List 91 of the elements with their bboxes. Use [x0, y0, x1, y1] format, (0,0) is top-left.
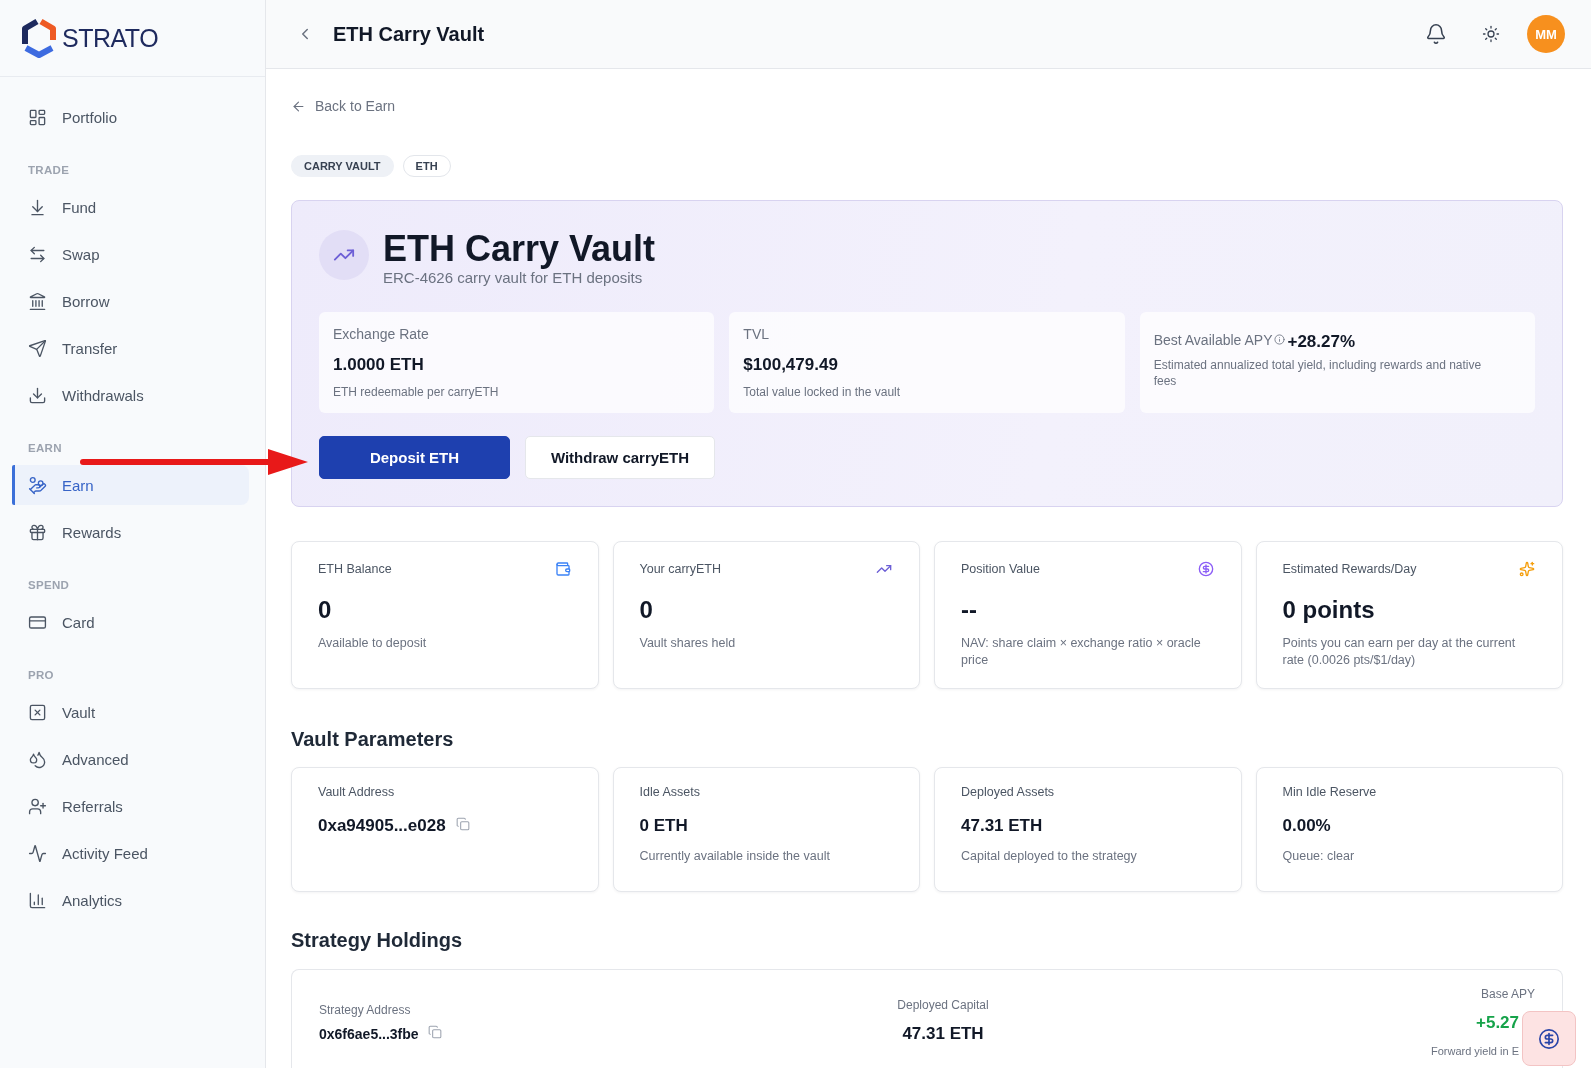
card-note: Vault shares held — [639, 635, 736, 652]
strategy-label: Strategy Address — [319, 1002, 411, 1018]
card-note: Capital deployed to the strategy — [961, 848, 1137, 864]
trend-up-icon — [319, 230, 369, 280]
sidebar-item[interactable]: Fund — [12, 187, 249, 227]
info-icon — [1274, 334, 1286, 345]
card-value: 0 ETH — [639, 815, 688, 837]
x-square-icon — [28, 702, 47, 722]
card-label: Your carryETH — [639, 561, 721, 577]
dollar-circle-icon — [1197, 561, 1214, 577]
hand-coins-icon — [28, 475, 47, 495]
section-heading: EARN — [28, 441, 62, 455]
section-title: Vault Parameters — [291, 727, 454, 751]
user-plus-icon — [28, 796, 47, 816]
stat-value: +28.27% — [1287, 331, 1356, 353]
stat-label: Best Available APY — [1153, 331, 1273, 349]
swap-arrows-icon — [28, 244, 47, 264]
card-note: Available to deposit — [318, 635, 427, 652]
card-label: Position Value — [961, 561, 1040, 577]
section-heading: TRADE — [28, 163, 70, 177]
apy-value: +5.27 — [1476, 1012, 1519, 1034]
card-value: 0 points — [1282, 595, 1375, 625]
section-heading: SPEND — [28, 578, 70, 592]
vault-subtitle: ERC-4626 carry vault for ETH deposits — [383, 269, 643, 288]
deposit-button[interactable]: Deposit ETH — [319, 436, 510, 479]
capital-value: 47.31 ETH — [902, 1023, 984, 1045]
stat-label: Exchange Rate — [333, 325, 429, 343]
download-tray-icon — [28, 385, 47, 405]
sidebar-item[interactable]: Withdrawals — [12, 375, 249, 415]
card-value: 0xa94905...e028 — [318, 815, 446, 837]
stat-label: TVL — [743, 325, 769, 343]
sidebar-item[interactable]: Card — [12, 602, 249, 642]
sidebar-item[interactable]: Earn — [12, 465, 249, 505]
sparkles-icon — [1519, 561, 1535, 577]
sidebar-item[interactable]: Borrow — [12, 281, 249, 321]
stat-value: 1.0000 ETH — [333, 354, 424, 376]
stat-note: ETH redeemable per carryETH — [333, 384, 499, 400]
card-label: Idle Assets — [639, 784, 700, 800]
sidebar-item[interactable]: Transfer — [12, 328, 249, 368]
sidebar-item[interactable]: Rewards — [12, 512, 249, 552]
withdraw-button[interactable]: Withdraw carryETH — [525, 436, 715, 479]
sun-icon[interactable] — [1482, 25, 1500, 43]
card-label: Vault Address — [318, 784, 395, 800]
apy-note: Forward yield in E — [1430, 1044, 1519, 1058]
sidebar-item[interactable]: Referrals — [12, 786, 249, 826]
floating-dollar-button[interactable] — [1522, 1011, 1576, 1066]
bar-chart-icon — [28, 890, 47, 910]
paper-plane-icon — [28, 338, 47, 358]
card-note: NAV: share claim × exchange ratio × oracle price — [961, 635, 1202, 669]
logo-text: STRATO — [62, 23, 159, 53]
pulse-line-icon — [28, 843, 47, 863]
section-title: Strategy Holdings — [291, 928, 463, 952]
sidebar-item[interactable]: Swap — [12, 234, 249, 274]
card-note: Queue: clear — [1282, 848, 1355, 864]
vault-title: ETH Carry Vault — [383, 230, 656, 268]
page-title: ETH Carry Vault — [333, 22, 485, 46]
droplets-icon — [28, 749, 47, 769]
card-value: -- — [961, 595, 977, 625]
card-value: 47.31 ETH — [961, 815, 1043, 837]
card-note: Points you can earn per day at the current rate (0.0026 pts/$1/day) — [1282, 635, 1517, 669]
card-label: Estimated Rewards/Day — [1282, 561, 1417, 577]
strategy-address: 0x6f6ae5...3fbe — [319, 1025, 419, 1043]
section-heading: PRO — [28, 668, 54, 682]
card-label: Deployed Assets — [961, 784, 1055, 800]
wallet-icon — [554, 561, 571, 577]
card-label: ETH Balance — [318, 561, 392, 577]
apy-label: Base APY — [1480, 986, 1535, 1002]
capital-label: Deployed Capital — [897, 997, 989, 1013]
download-arrow-icon — [28, 197, 47, 217]
sidebar-item[interactable]: Advanced — [12, 739, 249, 779]
sidebar-item[interactable]: Activity Feed — [12, 833, 249, 873]
stat-value: $100,479.49 — [743, 354, 838, 376]
stat-note: Total value locked in the vault — [743, 384, 901, 400]
sidebar-item[interactable]: Analytics — [12, 880, 249, 920]
card-value: 0 — [639, 595, 653, 625]
sidebar-item[interactable]: Portfolio — [12, 97, 249, 137]
stat-note: Estimated annualized total yield, including rewards and native fees — [1153, 357, 1483, 389]
card-value: 0 — [318, 595, 332, 625]
category-tag: CARRY VAULT — [291, 155, 394, 177]
sidebar-item[interactable]: Vault — [12, 692, 249, 732]
back-link[interactable]: Back to Earn — [291, 97, 396, 115]
card-label: Min Idle Reserve — [1282, 784, 1377, 800]
bank-icon — [28, 291, 47, 311]
card-value: 0.00% — [1282, 815, 1331, 837]
notification-bell-icon[interactable] — [1425, 23, 1447, 45]
hexagon-logo-icon — [21, 18, 57, 58]
dashboard-icon — [28, 107, 47, 127]
dollar-circle-icon — [1538, 1027, 1560, 1050]
card-note: Currently available inside the vault — [639, 848, 830, 864]
category-tag: ETH — [402, 155, 451, 177]
gift-icon — [28, 522, 47, 542]
